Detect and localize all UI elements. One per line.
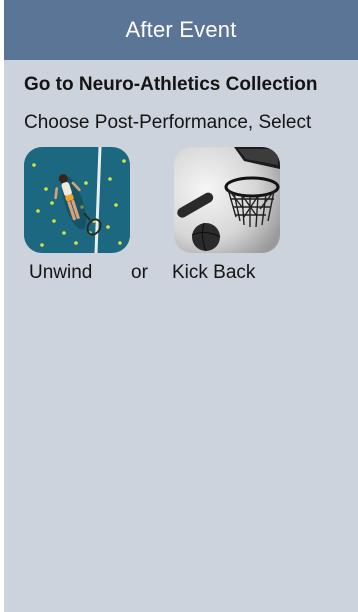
- page-title: After Event: [125, 17, 237, 42]
- instruction-text: Choose Post-Performance, Select: [24, 112, 312, 133]
- app-screen: After Event Go to Neuro-Athletics Collec…: [4, 0, 358, 612]
- kickback-label[interactable]: Kick Back: [172, 262, 255, 284]
- separator-label: or: [131, 262, 148, 283]
- basketball-hoop-image: [174, 147, 280, 253]
- tennis-court-image: [24, 147, 130, 253]
- unwind-label[interactable]: Unwind: [29, 262, 92, 284]
- kickback-thumbnail[interactable]: [174, 147, 280, 253]
- unwind-thumbnail[interactable]: [24, 147, 130, 253]
- header-bar: After Event: [4, 0, 358, 60]
- collection-headline: Go to Neuro-Athletics Collection: [24, 74, 318, 95]
